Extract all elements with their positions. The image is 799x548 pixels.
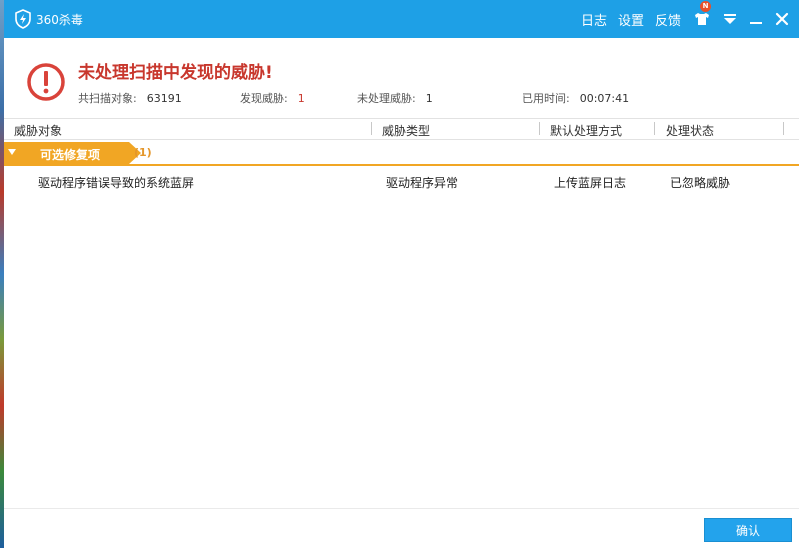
title-bar: 360杀毒 日志 设置 反馈 N <box>4 0 799 38</box>
unhandled-threats-label: 未处理威胁: <box>357 92 416 105</box>
feedback-link[interactable]: 反馈 <box>655 10 681 29</box>
exclamation-circle-icon <box>27 63 65 101</box>
footer-divider <box>4 508 799 509</box>
log-link[interactable]: 日志 <box>581 10 607 29</box>
column-divider[interactable] <box>654 122 655 135</box>
optional-fix-group[interactable]: 可选修复项 (1) <box>4 142 799 166</box>
app-title: 360杀毒 <box>36 13 83 27</box>
column-threat-type[interactable]: 威胁类型 <box>382 122 430 139</box>
close-icon[interactable] <box>772 9 792 29</box>
group-tab[interactable]: 可选修复项 <box>4 142 129 164</box>
group-label: 可选修复项 <box>40 148 101 162</box>
scan-summary: 未处理扫描中发现的威胁! 共扫描对象: 63191 发现威胁: 1 未处理威胁: 1 … <box>4 38 799 118</box>
notification-badge: N <box>700 1 711 12</box>
column-divider[interactable] <box>783 122 784 135</box>
column-divider[interactable] <box>371 122 372 135</box>
column-handling-status[interactable]: 处理状态 <box>666 122 714 139</box>
elapsed-time-label: 已用时间: <box>522 92 570 105</box>
antivirus-window: 360杀毒 日志 设置 反馈 N 未处理扫描中发现的威胁! 共扫描对象: 6319… <box>4 0 799 548</box>
confirm-button[interactable]: 确认 <box>704 518 792 542</box>
minimize-icon[interactable] <box>746 9 766 29</box>
shield-lightning-icon <box>15 9 31 29</box>
group-count: (1) <box>134 146 152 159</box>
row-threat-object: 驱动程序错误导致的系统蓝屏 <box>38 176 195 190</box>
scanned-objects-stat: 共扫描对象: 63191 <box>78 90 182 106</box>
menu-down-icon[interactable] <box>720 9 740 29</box>
scanned-objects-label: 共扫描对象: <box>78 92 137 105</box>
row-default-action[interactable]: 上传蓝屏日志 <box>554 174 626 191</box>
elapsed-time-value: 00:07:41 <box>579 92 630 105</box>
unhandled-threats-value: 1 <box>425 92 433 105</box>
elapsed-time-stat: 已用时间: 00:07:41 <box>522 90 629 106</box>
row-handling-status: 已忽略威胁 <box>670 176 731 190</box>
unhandled-threats-stat: 未处理威胁: 1 <box>357 90 433 106</box>
row-threat-type: 驱动程序异常 <box>386 176 459 190</box>
found-threats-stat: 发现威胁: 1 <box>240 90 305 106</box>
table-header: 威胁对象 威胁类型 默认处理方式 处理状态 <box>4 118 799 140</box>
tshirt-icon[interactable] <box>692 9 712 29</box>
found-threats-label: 发现威胁: <box>240 92 288 105</box>
threat-headline: 未处理扫描中发现的威胁! <box>78 63 273 83</box>
table-row[interactable]: 驱动程序错误导致的系统蓝屏 驱动程序异常 上传蓝屏日志 已忽略威胁 <box>4 170 799 192</box>
settings-link[interactable]: 设置 <box>618 10 644 29</box>
found-threats-value: 1 <box>297 92 305 105</box>
column-threat-object[interactable]: 威胁对象 <box>14 122 62 139</box>
column-default-action[interactable]: 默认处理方式 <box>550 122 622 139</box>
collapse-triangle-icon[interactable] <box>8 149 16 155</box>
scanned-objects-value: 63191 <box>146 92 182 105</box>
column-divider[interactable] <box>539 122 540 135</box>
